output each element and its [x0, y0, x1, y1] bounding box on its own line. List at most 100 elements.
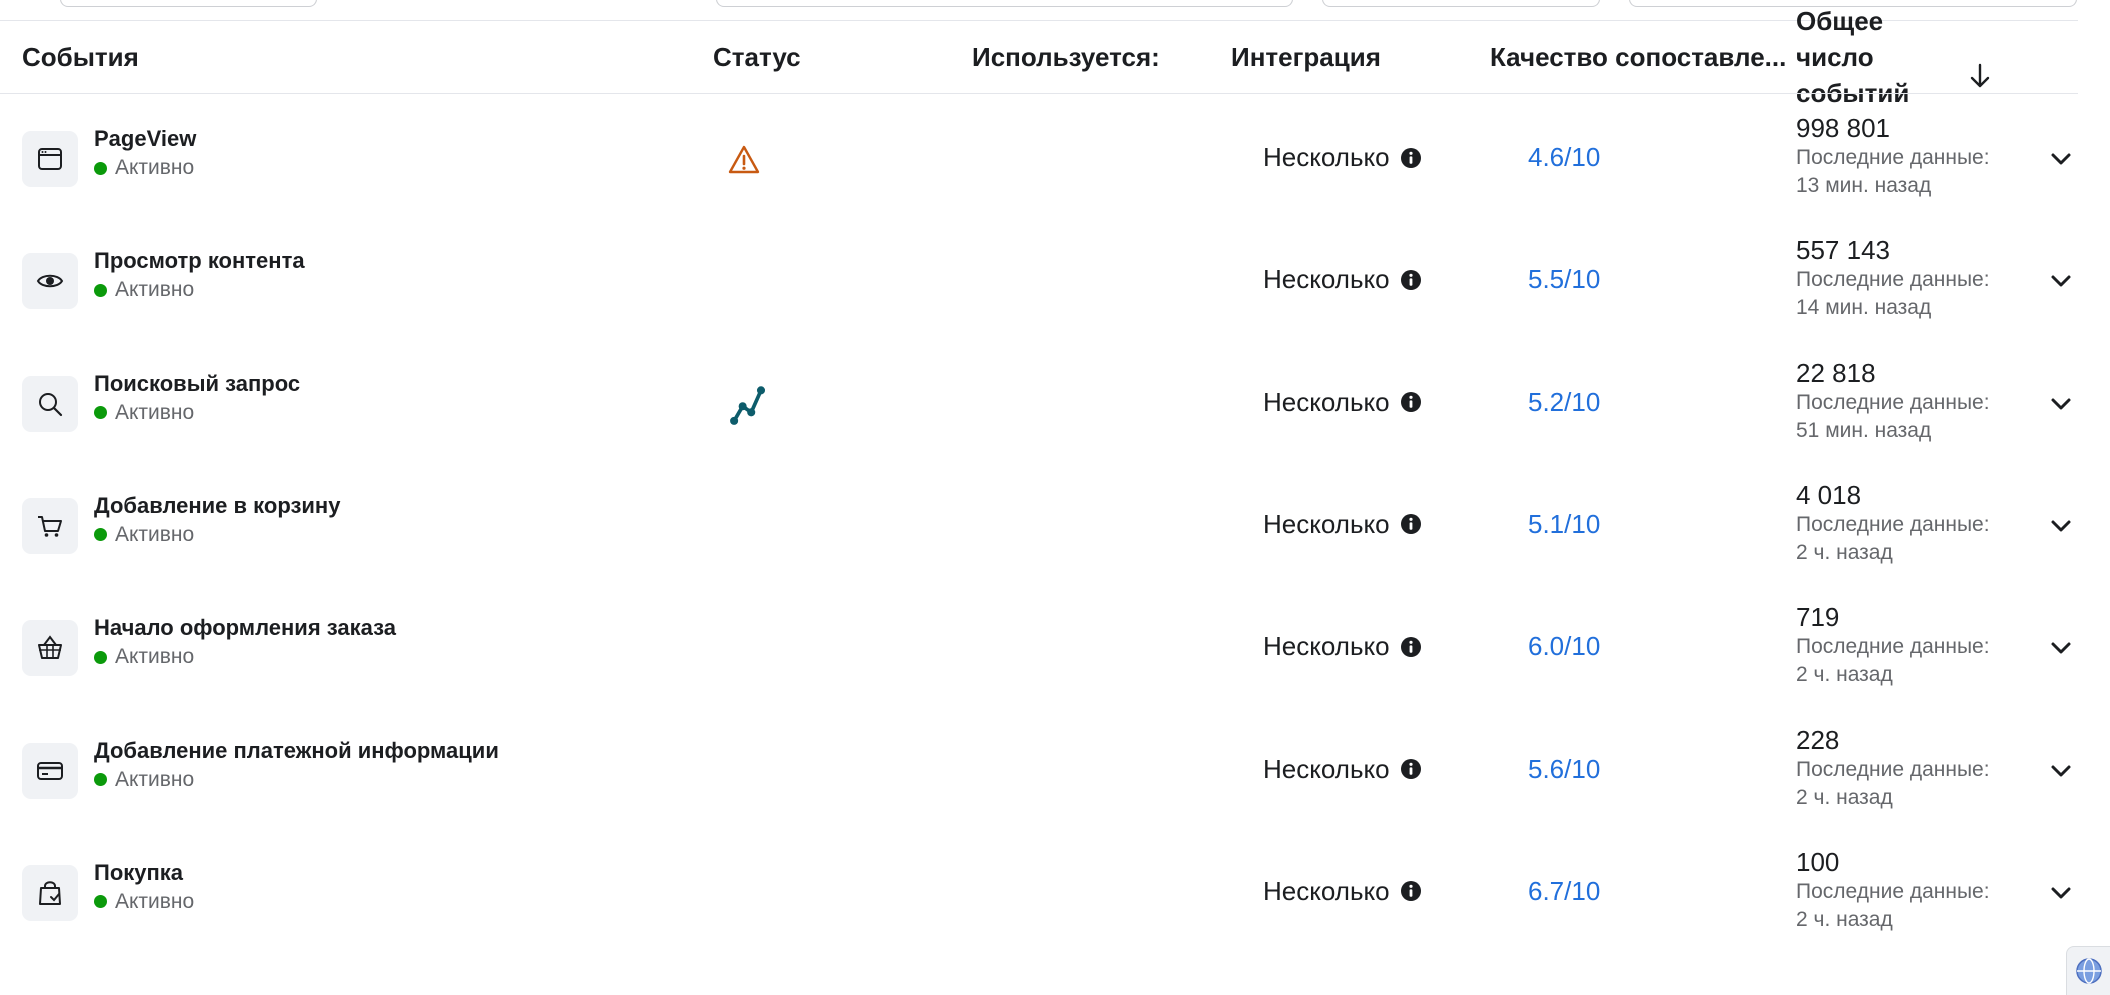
basket-icon: [22, 620, 78, 677]
cart-icon: [22, 497, 78, 554]
info-icon[interactable]: [1400, 147, 1422, 169]
event-status-label: Активно: [115, 278, 195, 302]
event-count: 228: [1796, 724, 1840, 755]
event-status: Активно: [94, 523, 194, 547]
match-quality-link[interactable]: 5.6/10: [1528, 754, 1600, 785]
integration-label: Несколько: [1263, 753, 1390, 784]
header-total-events[interactable]: Общее число событий: [1796, 6, 1936, 108]
last-data-time: 2 ч. назад: [1796, 907, 1893, 931]
info-icon[interactable]: [1400, 880, 1422, 902]
browser-window-icon: [22, 131, 78, 187]
last-data-label: Последние данные:: [1796, 635, 1990, 659]
filter-control-1[interactable]: [60, 0, 317, 7]
event-status-label: Активно: [115, 645, 195, 669]
last-data-time: 51 мин. назад: [1796, 418, 1932, 442]
table-header: События Статус Используется: Интеграция …: [0, 6, 2078, 108]
table-row-7[interactable]: Покупка Активно Несколько 6.7/10 100 Пос…: [0, 842, 2078, 964]
integration-cell: Несколько: [1263, 387, 1422, 418]
match-quality-link[interactable]: 5.2/10: [1528, 387, 1600, 418]
event-status-label: Активно: [115, 767, 195, 791]
table-row-5[interactable]: Начало оформления заказа Активно Несколь…: [0, 597, 2078, 719]
header-quality[interactable]: Качество сопоставле...: [1490, 21, 1786, 93]
event-status-label: Активно: [115, 400, 195, 424]
event-count: 998 801: [1796, 113, 1890, 143]
event-name[interactable]: PageView: [94, 126, 196, 152]
integration-cell: Несколько: [1263, 754, 1422, 785]
event-name[interactable]: Добавление платежной информации: [94, 738, 499, 764]
header-integration[interactable]: Интеграция: [1231, 21, 1381, 93]
table-row-6[interactable]: Добавление платежной информации Активно …: [0, 720, 2078, 842]
filter-control-3[interactable]: [1322, 0, 1600, 7]
credit-card-icon: [22, 742, 78, 799]
top-filter-bar: [0, 0, 2078, 20]
event-count: 22 818: [1796, 357, 1876, 388]
last-data-label: Последние данные:: [1796, 879, 1990, 903]
chevron-down-icon[interactable]: [2048, 146, 2074, 172]
event-count: 4 018: [1796, 479, 1862, 510]
info-icon[interactable]: [1400, 391, 1422, 413]
event-status: Активно: [94, 890, 194, 914]
active-dot: [94, 161, 107, 175]
event-count: 719: [1796, 602, 1840, 633]
info-icon[interactable]: [1400, 636, 1422, 658]
active-dot: [94, 406, 107, 420]
table-row-2[interactable]: Просмотр контента Активно Несколько 5.5/…: [0, 230, 2078, 352]
chevron-down-icon[interactable]: [2048, 635, 2074, 661]
warning-icon[interactable]: [726, 142, 762, 178]
event-name[interactable]: Покупка: [94, 860, 183, 886]
header-status[interactable]: Статус: [713, 21, 801, 93]
integration-label: Несколько: [1263, 875, 1390, 906]
match-quality-link[interactable]: 6.0/10: [1528, 631, 1600, 662]
info-icon[interactable]: [1400, 269, 1422, 291]
shopping-bag-icon: [22, 864, 78, 921]
event-name[interactable]: Начало оформления заказа: [94, 615, 396, 641]
activity-graph-icon[interactable]: [728, 383, 772, 427]
chevron-down-icon[interactable]: [2048, 880, 2074, 906]
match-quality-link[interactable]: 4.6/10: [1528, 142, 1600, 173]
header-divider: [0, 93, 2078, 94]
last-data-label: Последние данные:: [1796, 390, 1990, 414]
active-dot: [94, 773, 107, 786]
header-events[interactable]: События: [22, 21, 139, 93]
integration-cell: Несколько: [1263, 631, 1422, 662]
table-row-4[interactable]: Добавление в корзину Активно Несколько 5…: [0, 475, 2078, 597]
info-icon[interactable]: [1400, 758, 1422, 780]
event-status-label: Активно: [115, 522, 195, 546]
last-data-label: Последние данные:: [1796, 512, 1990, 536]
last-data-label: Последние данные:: [1796, 268, 1990, 292]
match-quality-link[interactable]: 6.7/10: [1528, 876, 1600, 907]
last-data-time: 2 ч. назад: [1796, 663, 1893, 687]
search-icon: [22, 375, 78, 432]
integration-cell: Несколько: [1263, 509, 1422, 540]
chevron-down-icon[interactable]: [2048, 268, 2074, 294]
event-name[interactable]: Добавление в корзину: [94, 493, 340, 519]
last-data-label: Последние данные:: [1796, 757, 1990, 781]
table-row-1[interactable]: PageView Активно Несколько 4.6/10 998 80…: [0, 108, 2078, 230]
sort-descending-icon[interactable]: [1968, 61, 1992, 91]
integration-label: Несколько: [1263, 142, 1390, 172]
match-quality-link[interactable]: 5.5/10: [1528, 264, 1600, 295]
last-data-time: 2 ч. назад: [1796, 540, 1893, 564]
last-data-time: 14 мин. назад: [1796, 296, 1932, 320]
integration-cell: Несколько: [1263, 264, 1422, 295]
info-icon[interactable]: [1400, 513, 1422, 535]
active-dot: [94, 650, 107, 664]
globe-icon[interactable]: [2066, 946, 2110, 995]
header-used[interactable]: Используется:: [972, 21, 1160, 93]
chevron-down-icon[interactable]: [2048, 513, 2074, 539]
last-data-label: Последние данные:: [1796, 146, 1990, 169]
chevron-down-icon[interactable]: [2048, 758, 2074, 784]
filter-control-2[interactable]: [716, 0, 1293, 7]
integration-cell: Несколько: [1263, 876, 1422, 907]
integration-label: Несколько: [1263, 264, 1390, 295]
event-name[interactable]: Поисковый запрос: [94, 371, 300, 397]
active-dot: [94, 283, 107, 297]
integration-label: Несколько: [1263, 631, 1390, 662]
chevron-down-icon[interactable]: [2048, 391, 2074, 417]
last-data-time: 13 мин. назад: [1796, 174, 1932, 197]
table-row-3[interactable]: Поисковый запрос Активно Несколько 5.2/1…: [0, 353, 2078, 475]
integration-label: Несколько: [1263, 508, 1390, 539]
event-name[interactable]: Просмотр контента: [94, 248, 305, 274]
match-quality-link[interactable]: 5.1/10: [1528, 509, 1600, 540]
event-count: 100: [1796, 846, 1840, 877]
